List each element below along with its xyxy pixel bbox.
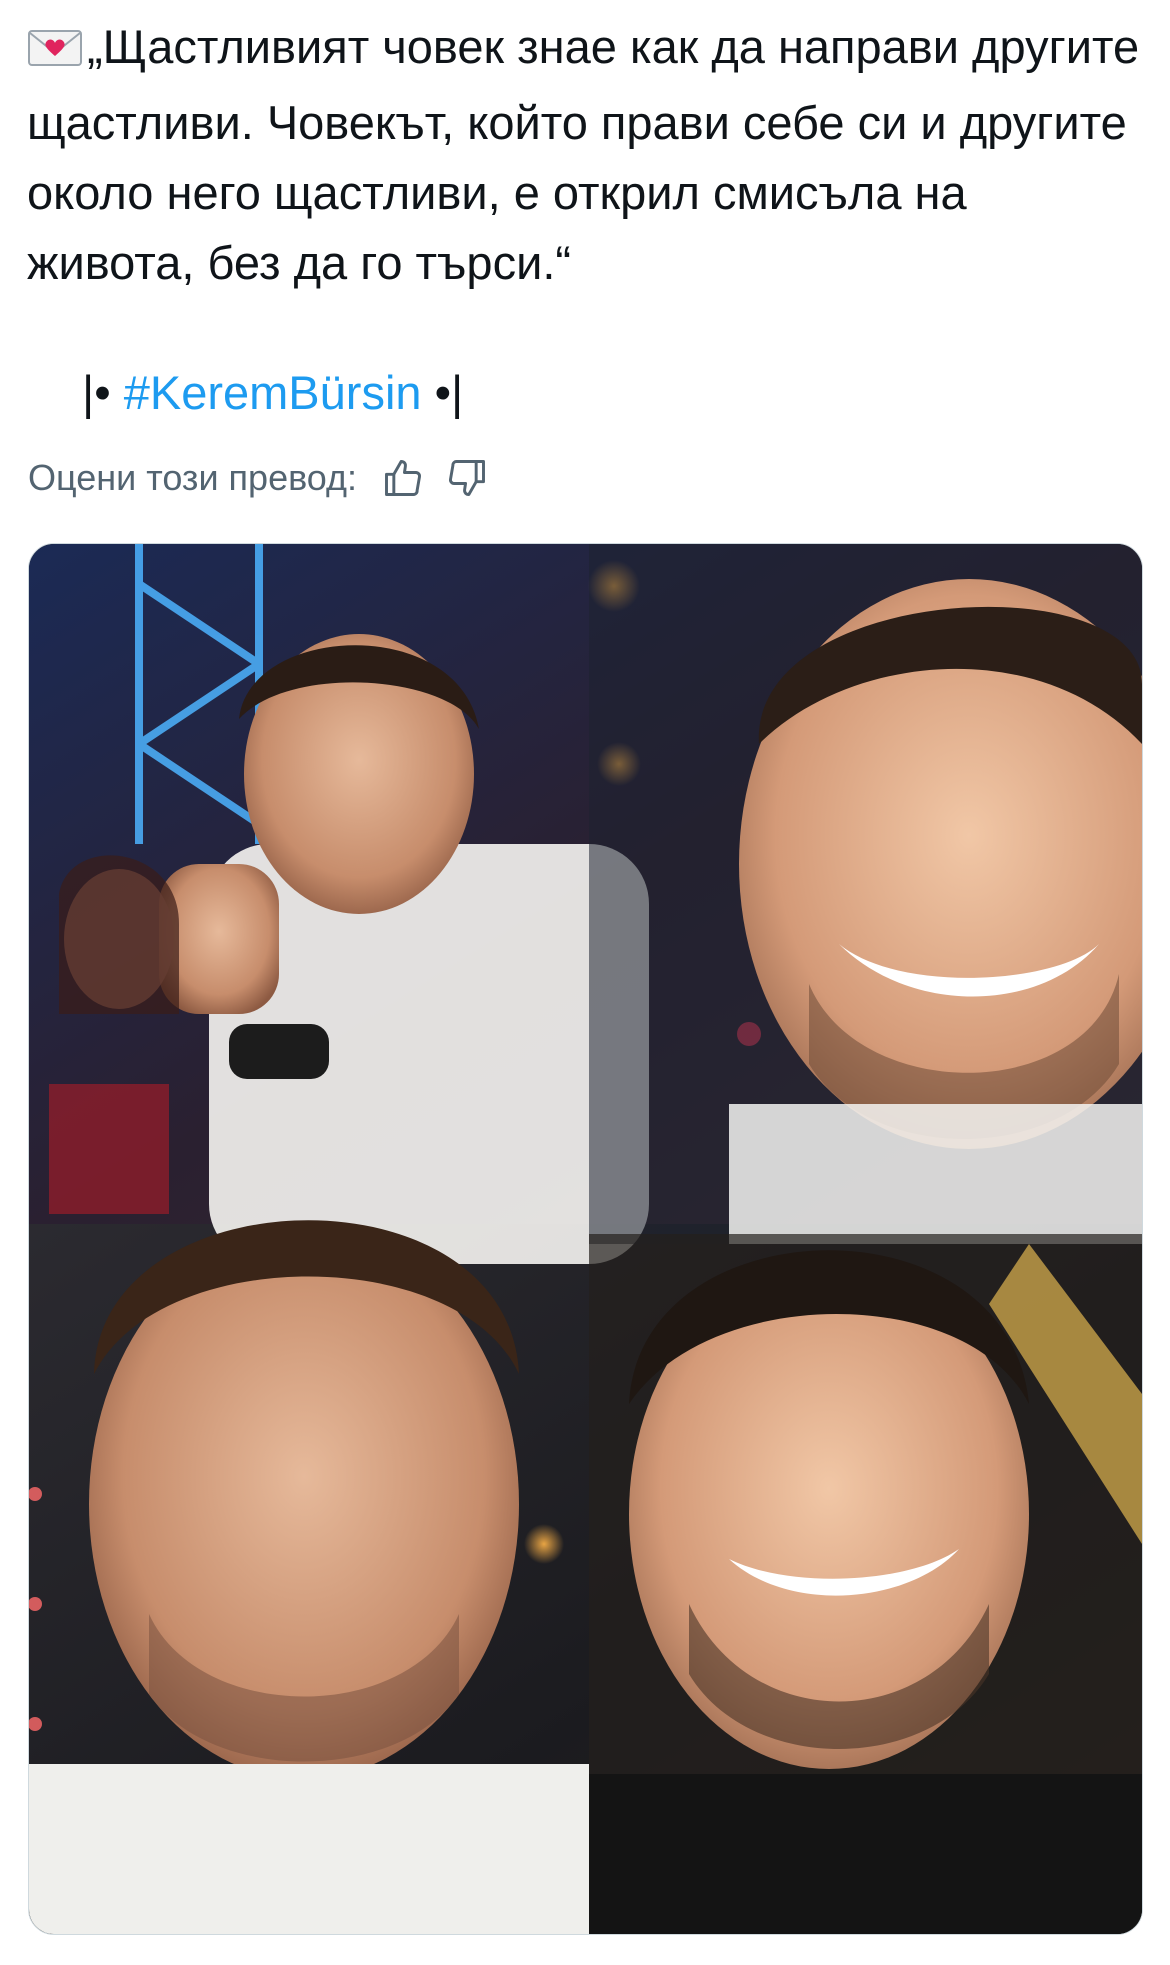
hashtag-line: |• #KeremBürsin •|: [82, 358, 463, 428]
thumbs-down-icon: [449, 460, 486, 496]
hashtag-suffix: •|: [421, 366, 464, 419]
thumbs-up-icon: [385, 460, 422, 496]
rate-translation-label: Оцени този превод:: [28, 457, 358, 498]
hashtag-prefix: |•: [82, 366, 124, 419]
thumbs-down-button[interactable]: [443, 454, 491, 502]
translation-rating: Оцени този превод:: [28, 450, 491, 506]
thumbs-up-button[interactable]: [379, 454, 427, 502]
love-letter-icon: [27, 18, 83, 88]
tweet-text: „Щастливият човек знае как да направи др…: [27, 12, 1147, 298]
hashtag-link[interactable]: #KeremBürsin: [124, 366, 422, 419]
tweet-photo[interactable]: [28, 543, 1143, 1935]
photo-collage: [29, 544, 1142, 1934]
tweet-body: „Щастливият човек знае как да направи др…: [27, 20, 1140, 289]
